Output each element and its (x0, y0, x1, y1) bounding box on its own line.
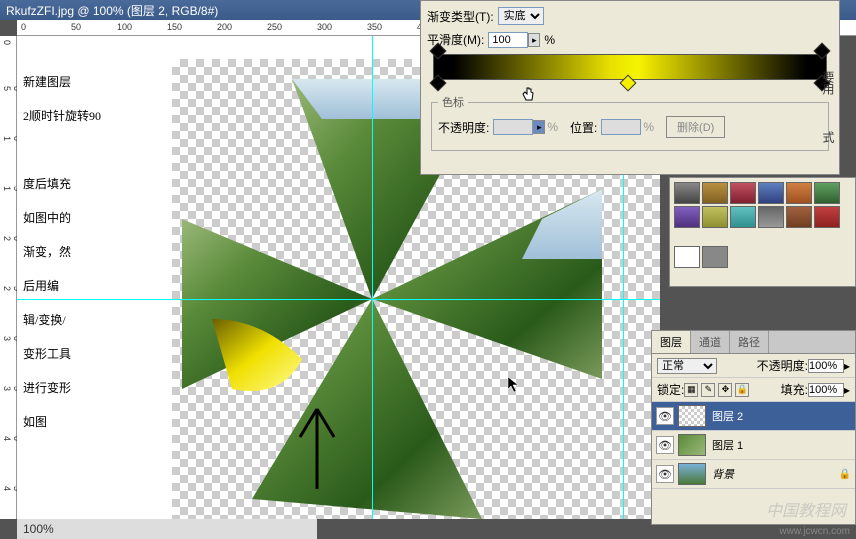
swatch-item[interactable] (674, 206, 700, 228)
color-stop-left[interactable] (430, 75, 447, 92)
swatches-panel (669, 177, 856, 287)
layer-thumbnail[interactable] (678, 434, 706, 456)
hand-cursor-icon (521, 86, 535, 104)
color-stop-mid[interactable] (620, 75, 637, 92)
delete-stop-button: 删除(D) (666, 116, 725, 138)
gradient-preview-strip[interactable] (433, 54, 827, 80)
stop-opacity-label: 不透明度: (438, 119, 489, 136)
layers-panel: 图层 通道 路径 正常 不透明度: ▸ 锁定: ▦ ✎ ✥ 🔒 填充: ▸ 👁 … (651, 330, 856, 525)
layer-name: 图层 2 (712, 408, 743, 424)
swatch-item[interactable] (758, 206, 784, 228)
layer-opacity-label: 不透明度: (757, 357, 808, 374)
fill-stepper[interactable]: ▸ (844, 383, 850, 397)
layer-opacity-input[interactable] (808, 359, 844, 373)
watermark-text: 中国教程网 (766, 497, 846, 521)
zoom-level[interactable]: 100% (23, 522, 54, 536)
smoothness-unit: % (544, 33, 555, 47)
gradient-type-select[interactable]: 实底 (498, 7, 544, 25)
visibility-toggle-icon[interactable]: 👁 (656, 436, 674, 454)
lock-label: 锁定: (657, 381, 684, 398)
lock-all-icon[interactable]: 🔒 (735, 383, 749, 397)
lock-move-icon[interactable]: ✥ (718, 383, 732, 397)
tab-channels[interactable]: 通道 (691, 331, 730, 353)
visibility-toggle-icon[interactable]: 👁 (656, 465, 674, 483)
opacity-stepper[interactable]: ▸ (844, 359, 850, 373)
ruler-vertical: 050100150200250300350400450 (0, 36, 17, 519)
blend-mode-select[interactable]: 正常 (657, 358, 717, 374)
swatch-grid (674, 182, 851, 228)
fill-input[interactable] (808, 383, 844, 397)
swatch-item[interactable] (730, 206, 756, 228)
side-text-2: 式 (820, 131, 837, 143)
swatch-item[interactable] (702, 206, 728, 228)
swatch-item[interactable] (702, 246, 728, 268)
visibility-toggle-icon[interactable]: 👁 (656, 407, 674, 425)
gradient-type-label: 渐变类型(T): (427, 8, 494, 25)
tab-layers[interactable]: 图层 (652, 331, 691, 353)
side-text-1: 要用 (820, 71, 837, 95)
fill-label: 填充: (781, 381, 808, 398)
swatch-item[interactable] (814, 182, 840, 204)
swatch-item[interactable] (674, 182, 700, 204)
swatch-item[interactable] (674, 246, 700, 268)
tutorial-text-block: 新建图层 2顺时针旋转90 度后填充 如图中的 渐变，然 后用编 辑/变换/ 变… (17, 59, 172, 519)
layer-row[interactable]: 👁 背景 🔒 (652, 460, 855, 489)
swatch-item[interactable] (730, 182, 756, 204)
swatch-item[interactable] (786, 206, 812, 228)
tab-paths[interactable]: 路径 (730, 331, 769, 353)
document-title: RkufzZFI.jpg @ 100% (图层 2, RGB/8#) (6, 2, 218, 19)
layer-name: 背景 (712, 466, 734, 482)
stop-opacity-stepper: ▸ (533, 120, 545, 134)
smoothness-stepper[interactable]: ▸ (528, 33, 540, 47)
lock-paint-icon[interactable]: ✎ (701, 383, 715, 397)
swatch-item[interactable] (786, 182, 812, 204)
layer-row[interactable]: 👁 图层 1 (652, 431, 855, 460)
guide-vertical[interactable] (372, 36, 373, 519)
layer-thumbnail[interactable] (678, 463, 706, 485)
cursor-icon (507, 376, 521, 394)
lock-transparency-icon[interactable]: ▦ (684, 383, 698, 397)
swatch-item[interactable] (814, 206, 840, 228)
layer-row[interactable]: 👁 图层 2 (652, 402, 855, 431)
stop-position-label: 位置: (570, 119, 597, 136)
status-bar: 100% (17, 519, 317, 539)
stop-opacity-input (493, 119, 533, 135)
swatch-item[interactable] (702, 182, 728, 204)
swatch-item[interactable] (758, 182, 784, 204)
smoothness-input[interactable] (488, 32, 528, 48)
layer-name: 图层 1 (712, 437, 743, 453)
layer-thumbnail[interactable] (678, 405, 706, 427)
gradient-editor-panel: 渐变类型(T): 实底 平滑度(M): ▸ % 色标 不透明度: ▸ % 位置:… (420, 0, 840, 175)
color-stop-fieldset: 色标 不透明度: ▸ % 位置: % 删除(D) (431, 94, 829, 151)
watermark-url: www.jcwcn.com (779, 526, 850, 537)
stop-position-input (601, 119, 641, 135)
lock-icon: 🔒 (839, 469, 851, 480)
guide-horizontal[interactable] (17, 299, 660, 300)
